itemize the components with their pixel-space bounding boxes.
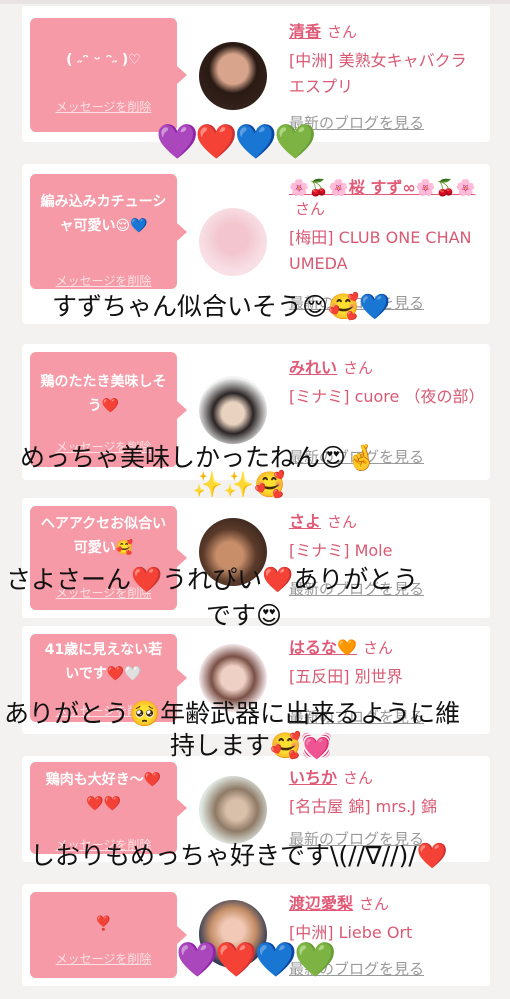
message-bubble: ( ˶ᵔ ᵕ ᵔ˶ )♡ メッセージを削除 [30, 18, 187, 132]
avatar[interactable] [199, 42, 267, 110]
message-bubble: 編み込みカチューシャ可愛い😌💙 メッセージを削除 [30, 174, 187, 289]
shop-name: [五反田] 別世界 [289, 667, 403, 686]
cast-name[interactable]: 清香 [289, 22, 321, 41]
message-text: ❣️ [94, 916, 113, 932]
message-text: ヘアアクセお似合い可愛い🥰 [40, 516, 167, 556]
cast-name[interactable]: いちか [289, 768, 337, 787]
avatar[interactable] [199, 376, 267, 444]
overlay-text-2b: ✨✨🥰 [192, 470, 286, 499]
cast-name[interactable]: はるな🧡 [289, 638, 357, 657]
honorific: さん [343, 359, 374, 377]
honorific: さん [295, 200, 326, 218]
avatar[interactable] [199, 208, 267, 276]
honorific: さん [327, 23, 358, 41]
overlay-text-3b: です😍 [206, 601, 283, 630]
avatar[interactable] [199, 776, 267, 844]
cast-name[interactable]: 🌸🍒🌸桜 すず∞🌸🍒🌸 [289, 178, 475, 197]
shop-name: [梅田] CLUB ONE CHAN UMEDA [289, 228, 472, 273]
message-text: ( ˶ᵔ ᵕ ᵔ˶ )♡ [66, 52, 141, 68]
message-text: 編み込みカチューシャ可愛い😌💙 [40, 194, 167, 234]
honorific: さん [327, 513, 358, 531]
cast-name[interactable]: さよ [289, 512, 321, 531]
message-text: 鶏肉も大好き〜❤️❤️❤️ [45, 772, 162, 812]
overlay-text-4b: 持します🥰💓 [170, 731, 333, 760]
hearts-overlay-top: 💜❤️💙💚 [156, 122, 316, 162]
message-text: 鶏のたたき美味しそう❤️ [40, 374, 167, 414]
cast-name[interactable]: 渡辺愛梨 [289, 894, 353, 913]
overlay-text-3: さよさーん❤️うれぴい❤️ありがとう [6, 565, 419, 594]
message-bubble: ❣️ メッセージを削除 [30, 892, 187, 978]
overlay-text-2: めっちゃ美味しかったねん😍🤞 [20, 443, 378, 472]
overlay-text-4: ありがとう🥺年齢武器に出来るように維 [4, 699, 461, 728]
overlay-text-1: すずちゃん似合いそう😌🥰💙 [52, 292, 391, 321]
honorific: さん [359, 895, 390, 913]
message-text: 41歳に見えない若いです❤️🤍 [44, 642, 163, 682]
shop-name: [名古屋 錦] mrs.J 錦 [289, 797, 438, 816]
cast-name[interactable]: みれい [289, 358, 337, 377]
delete-message-link[interactable]: メッセージを削除 [30, 950, 177, 967]
shop-name: [中洲] 美熟女キャバクラ エスプリ [289, 51, 467, 96]
honorific: さん [362, 639, 393, 657]
shop-name: [ミナミ] cuore （夜の部） [289, 387, 485, 406]
delete-message-link[interactable]: メッセージを削除 [30, 98, 177, 115]
overlay-text-5: しおりもめっちゃ好きです\(//∇//)/❤️ [30, 841, 448, 870]
honorific: さん [343, 769, 374, 787]
hearts-overlay-bottom: 💜❤️💙💚 [176, 940, 336, 980]
top-divider [0, 0, 510, 4]
